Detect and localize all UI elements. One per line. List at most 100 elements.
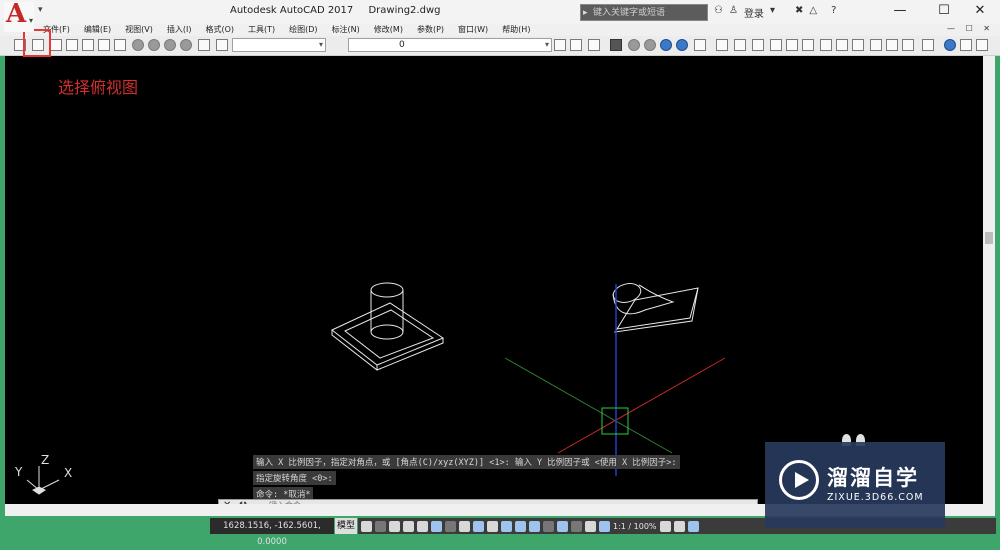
layer-states-icon[interactable]	[588, 39, 600, 51]
auto-scale-icon[interactable]	[599, 520, 610, 532]
osnap-icon[interactable]	[473, 520, 484, 532]
customize-icon[interactable]	[687, 520, 699, 532]
selection-cycling-icon[interactable]	[515, 520, 526, 532]
sign-in-button[interactable]: 登录	[744, 5, 764, 20]
ucs-x-icon[interactable]	[870, 39, 882, 51]
front-view-icon[interactable]	[98, 39, 110, 51]
ucs-view-icon[interactable]	[802, 39, 814, 51]
visual-style-realistic-icon[interactable]	[660, 39, 672, 51]
layer-properties-icon[interactable]	[216, 39, 228, 51]
help-search-input[interactable]: 键入关键字或短语	[580, 4, 708, 22]
coordinate-readout[interactable]: 1628.1516, -162.5601, 0.0000	[210, 518, 334, 547]
user-icon[interactable]: ♙	[729, 5, 738, 20]
camera-icon[interactable]	[198, 39, 210, 51]
app-title: Autodesk AutoCAD 2017	[230, 5, 354, 16]
lineweight-icon[interactable]	[487, 520, 498, 532]
minimize-button[interactable]: —	[880, 0, 920, 24]
menu-parametric[interactable]: 参数(P)	[417, 24, 444, 36]
polar-icon[interactable]	[431, 520, 442, 532]
ucs-apply-icon[interactable]	[922, 39, 934, 51]
menu-help[interactable]: 帮助(H)	[502, 24, 530, 36]
vertical-scrollbar[interactable]	[983, 56, 995, 504]
object-snap-tracking-icon[interactable]	[459, 520, 470, 532]
menu-format[interactable]: 格式(O)	[205, 24, 234, 36]
bottom-view-icon[interactable]	[50, 39, 62, 51]
a360-icon[interactable]: △	[809, 5, 817, 20]
ucs-world-icon[interactable]	[734, 39, 746, 51]
selection-filter-icon[interactable]	[557, 520, 568, 532]
ucs-face-icon[interactable]	[770, 39, 782, 51]
3d-osnap-icon[interactable]	[529, 520, 540, 532]
menu-insert[interactable]: 插入(I)	[167, 24, 192, 36]
orbit-icon[interactable]	[944, 39, 956, 51]
help-icon[interactable]: ?	[831, 5, 836, 20]
view-combo[interactable]	[232, 38, 326, 52]
annotation-visibility-icon[interactable]	[585, 520, 596, 532]
visual-style-manager-icon[interactable]	[694, 39, 706, 51]
transparency-icon[interactable]	[501, 520, 512, 532]
isodraft-icon[interactable]	[445, 520, 456, 532]
menu-dimension[interactable]: 标注(N)	[332, 24, 360, 36]
quick-access-dropdown[interactable]: ▾	[38, 5, 48, 17]
ucs-z-label: Z	[41, 453, 49, 467]
sw-iso-icon[interactable]	[132, 39, 144, 51]
snap-icon[interactable]	[375, 520, 386, 532]
plate-side	[331, 330, 444, 371]
dynamic-input-icon[interactable]	[403, 520, 414, 532]
drawing-window-controls[interactable]: — ☐ ✕	[947, 24, 994, 33]
layer-combo[interactable]: 0	[348, 38, 552, 52]
ucs-previous-icon[interactable]	[752, 39, 764, 51]
binoculars-icon[interactable]: ⚇	[714, 5, 723, 20]
right-view-icon[interactable]	[82, 39, 94, 51]
menu-view[interactable]: 视图(V)	[125, 24, 153, 36]
ucs-3point-icon[interactable]	[852, 39, 864, 51]
model-space-button[interactable]: 模型	[335, 518, 357, 534]
ucs-icon[interactable]	[716, 39, 728, 51]
plate-with-cylinder[interactable]	[331, 282, 445, 371]
free-orbit-icon[interactable]	[960, 39, 972, 51]
menu-modify[interactable]: 修改(M)	[374, 24, 403, 36]
make-current-icon[interactable]	[554, 39, 566, 51]
exchange-icon[interactable]: ✖	[795, 5, 803, 20]
nw-iso-icon[interactable]	[180, 39, 192, 51]
autocad-logo: A	[6, 0, 27, 29]
menu-draw[interactable]: 绘图(D)	[289, 24, 317, 36]
dynamic-ucs-icon[interactable]	[543, 520, 554, 532]
close-button[interactable]: ✕	[960, 0, 1000, 24]
layer-value: 0	[399, 40, 405, 50]
annotation-scale[interactable]: 1:1 / 100%	[613, 522, 657, 531]
scroll-thumb[interactable]	[985, 232, 993, 244]
slab-with-half-cylinder[interactable]	[611, 281, 699, 333]
grid-icon[interactable]	[361, 520, 372, 532]
left-view-icon[interactable]	[66, 39, 78, 51]
continuous-orbit-icon[interactable]	[976, 39, 988, 51]
menu-window[interactable]: 窗口(W)	[458, 24, 488, 36]
visual-style-2d-icon[interactable]	[610, 39, 622, 51]
ucs-object-icon[interactable]	[786, 39, 798, 51]
menu-edit[interactable]: 编辑(E)	[84, 24, 111, 36]
visual-style-hidden-icon[interactable]	[644, 39, 656, 51]
gizmo-icon[interactable]	[571, 520, 582, 532]
window-title: Autodesk AutoCAD 2017 Drawing2.dwg	[230, 5, 440, 16]
isolate-icon[interactable]	[673, 520, 685, 532]
ucs-origin-icon[interactable]	[820, 39, 832, 51]
menu-tools[interactable]: 工具(T)	[248, 24, 275, 36]
cylinder-top	[370, 282, 404, 298]
back-view-icon[interactable]	[114, 39, 126, 51]
restore-button[interactable]: ☐	[924, 0, 964, 24]
application-menu-button[interactable]: A ▾	[4, 0, 34, 32]
se-iso-icon[interactable]	[148, 39, 160, 51]
top-view-highlight	[23, 29, 51, 57]
layer-previous-icon[interactable]	[570, 39, 582, 51]
infer-icon[interactable]	[389, 520, 400, 532]
visual-style-conceptual-icon[interactable]	[676, 39, 688, 51]
ucs-zaxis-icon[interactable]	[836, 39, 848, 51]
dropdown-icon[interactable]: ▾	[770, 5, 775, 20]
ortho-icon[interactable]	[417, 520, 428, 532]
ucs-z-icon[interactable]	[902, 39, 914, 51]
drawing-area[interactable]: Y Z X	[5, 56, 983, 504]
visual-style-wire-icon[interactable]	[628, 39, 640, 51]
ne-iso-icon[interactable]	[164, 39, 176, 51]
workspace-icon[interactable]	[659, 520, 671, 532]
ucs-y-icon[interactable]	[886, 39, 898, 51]
